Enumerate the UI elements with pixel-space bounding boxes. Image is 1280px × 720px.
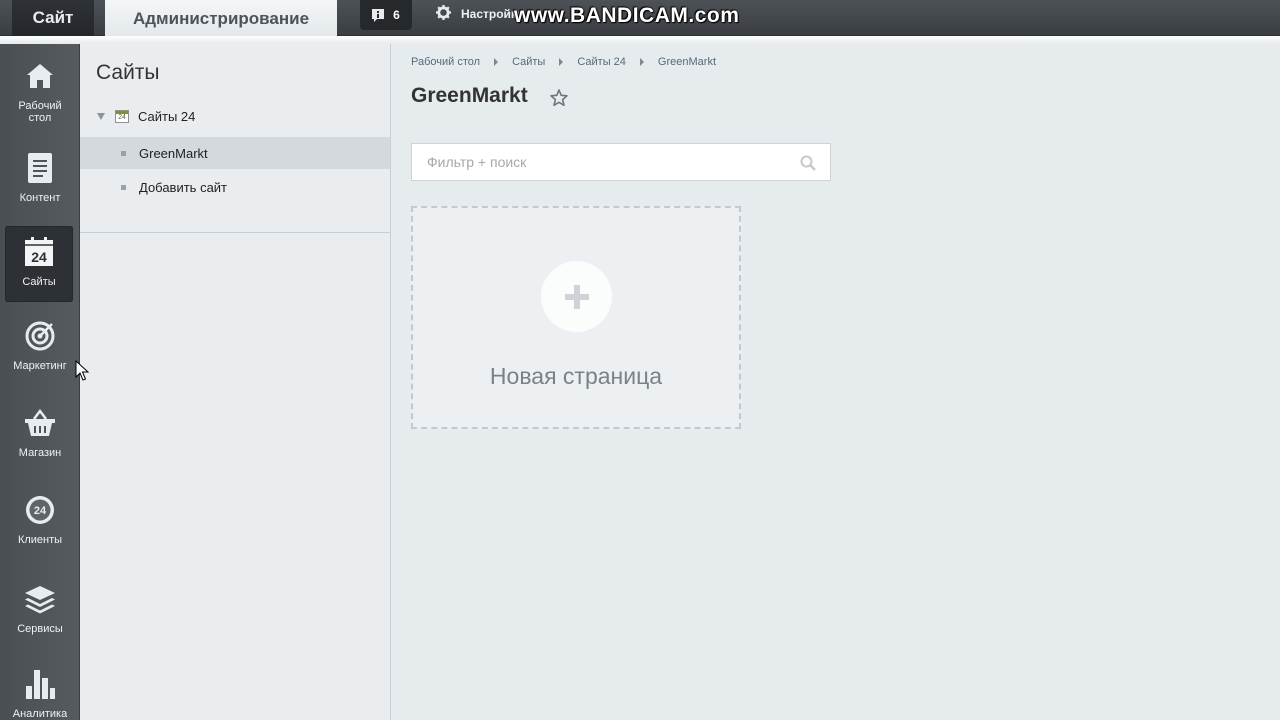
nav-sites[interactable]: 24 Сайты [5,226,73,302]
left-navigation: Рабочий стол Контент 24 Сайты Маркетинг … [0,44,80,720]
nav-sites-label: Сайты [22,276,56,288]
nav-analytics[interactable]: Аналитика [0,668,80,720]
nav-desktop[interactable]: Рабочий стол [0,60,80,124]
gear-icon [436,5,451,23]
tree-root-label: Сайты 24 [138,108,196,124]
topbar-shadow [0,36,1280,44]
tree-item-add-site[interactable]: Добавить сайт [80,171,390,203]
layers-icon [24,583,56,615]
notifications-button[interactable]: 6 [360,0,412,30]
search-input[interactable] [412,144,782,180]
tree-item-label: GreenMarkt [139,145,208,161]
breadcrumb-item[interactable]: Сайты 24 [577,56,626,68]
panel-divider [80,232,390,233]
panel-title: Сайты [96,61,160,84]
nav-shop-label: Магазин [18,447,62,459]
basket-icon [24,407,56,439]
clients-24-icon: 24 [24,494,56,526]
settings-button[interactable]: Настройки [436,5,524,23]
recording-watermark: www.BANDICAM.com [514,4,740,27]
top-bar: Сайт Администрирование 6 Настройки www.B… [0,0,1280,37]
calendar-24-icon: 24 [115,109,129,123]
breadcrumb-item[interactable]: Рабочий стол [411,56,480,68]
nav-clients-label: Клиенты [17,534,63,546]
svg-text:24: 24 [31,249,47,265]
bullet-icon [121,184,126,190]
tab-site[interactable]: Сайт [12,0,94,36]
bar-chart-icon [24,668,56,700]
nav-desktop-label: Рабочий стол [18,100,62,124]
nav-services-label: Сервисы [17,623,63,635]
new-page-label: Новая страница [489,363,663,389]
breadcrumb-item[interactable]: Сайты [512,56,545,68]
tree-item-greenmarkt[interactable]: GreenMarkt [80,137,390,169]
nav-clients[interactable]: 24 Клиенты [0,494,80,546]
search-icon[interactable] [800,155,816,171]
nav-marketing-label: Маркетинг [13,360,67,372]
sites-24-icon: 24 [23,236,55,268]
collapse-arrow-icon[interactable] [97,112,105,120]
new-page-card[interactable]: Новая страница [411,206,741,429]
chevron-right-icon [494,58,499,66]
chevron-right-icon [559,58,564,66]
breadcrumb: Рабочий стол Сайты Сайты 24 GreenMarkt [411,55,716,69]
notifications-count: 6 [393,8,400,22]
nav-content-label: Контент [19,192,61,204]
sites-panel: Сайты 24 Сайты 24 GreenMarkt Добавить са… [80,44,391,720]
svg-text:24: 24 [34,505,47,517]
mouse-cursor-icon [75,359,90,382]
star-icon[interactable] [549,88,569,108]
nav-analytics-label: Аналитика [12,708,68,720]
home-icon [24,60,56,92]
nav-services[interactable]: Сервисы [0,583,80,635]
tab-administration[interactable]: Администрирование [105,0,337,37]
notification-icon [372,8,385,22]
calendar-24-badge: 24 [118,113,126,121]
page-title: GreenMarkt [411,84,528,107]
nav-shop[interactable]: Магазин [0,407,80,459]
chevron-right-icon [639,58,644,66]
filter-search-box [411,143,831,181]
tree-item-label: Добавить сайт [139,179,228,195]
document-icon [24,152,56,184]
bullet-icon [121,150,126,156]
tree-root-sites24[interactable]: 24 Сайты 24 [97,106,377,126]
breadcrumb-item[interactable]: GreenMarkt [658,56,716,68]
nav-marketing[interactable]: Маркетинг [0,320,80,372]
plus-icon[interactable] [541,261,612,332]
nav-content[interactable]: Контент [0,152,80,204]
target-icon [24,320,56,352]
